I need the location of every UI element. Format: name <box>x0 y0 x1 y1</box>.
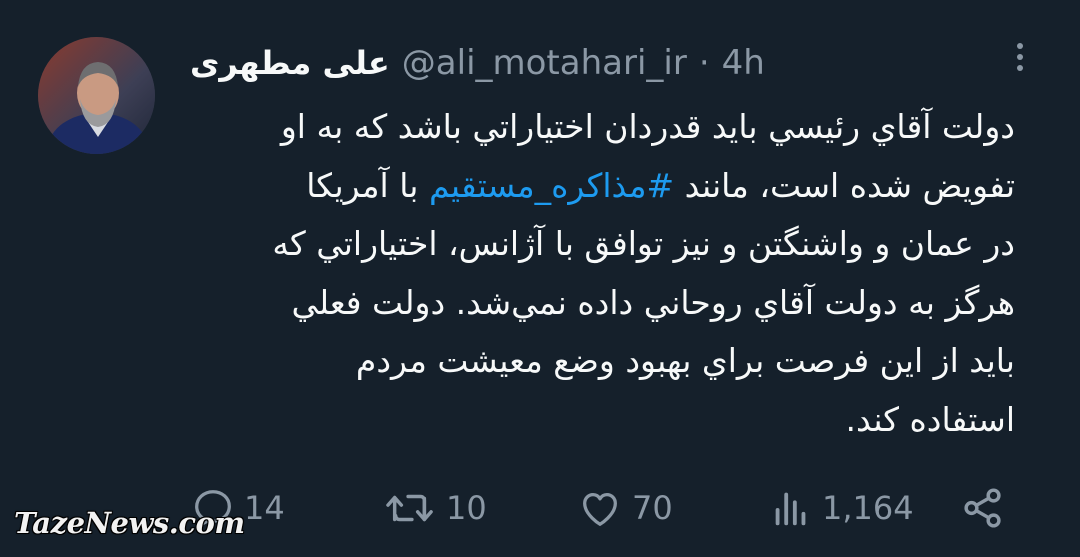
like-button[interactable]: 70 <box>576 480 673 536</box>
heart-icon <box>583 492 617 526</box>
retweet-count: 10 <box>446 489 487 527</box>
tweet-line: هرگز به دولت آقاي روحاني داده نمي‌شد. دو… <box>291 282 1015 322</box>
tweet-header: علی مطهری @ali_motahari_ir · 4h <box>190 38 765 88</box>
tweet-line: دولت آقاي رئيسي بايد قدردان اختياراتي با… <box>280 107 1015 146</box>
views-count: 1,164 <box>822 489 914 527</box>
reply-count: 14 <box>244 489 285 527</box>
author-handle[interactable]: @ali_motahari_ir <box>402 43 687 83</box>
avatar[interactable] <box>38 37 155 154</box>
more-options-button[interactable] <box>1002 36 1038 78</box>
like-count: 70 <box>632 489 673 527</box>
views-bar-chart-icon <box>775 492 806 526</box>
views-button[interactable]: 1,164 <box>768 480 914 536</box>
more-dots-icon <box>1017 43 1023 49</box>
tweet-line-part: با آمريكا <box>306 165 429 205</box>
tweet-line: در عمان و واشنگتن و نيز توافق با آژانس، … <box>272 224 1015 263</box>
tweet-timestamp[interactable]: 4h <box>722 43 765 83</box>
author-display-name[interactable]: علی مطهری <box>190 44 390 82</box>
share-icon <box>964 488 1001 528</box>
separator-dot: · <box>698 43 710 83</box>
more-dots-icon <box>1017 54 1023 60</box>
retweet-icon <box>386 494 433 522</box>
retweet-button[interactable]: 10 <box>382 480 487 536</box>
avatar-photo <box>38 37 155 154</box>
tweet-line-part: تفويض شده است، مانند <box>674 165 1015 205</box>
tweet-line: تفويض شده است، مانند #مذاكره_مستقيم با آ… <box>180 157 1015 216</box>
more-dots-icon <box>1017 65 1023 71</box>
tweet-line: استفاده كند. <box>845 399 1015 439</box>
watermark: TazeNews.com <box>14 506 245 540</box>
tweet-text: دولت آقاي رئيسي بايد قدردان اختياراتي با… <box>180 98 1015 449</box>
hashtag-link[interactable]: #مذاكره_مستقيم <box>429 166 674 205</box>
share-button[interactable] <box>958 480 1008 536</box>
tweet-line: بايد از اين فرصت براي بهبود وضع معيشت مر… <box>355 341 1015 380</box>
